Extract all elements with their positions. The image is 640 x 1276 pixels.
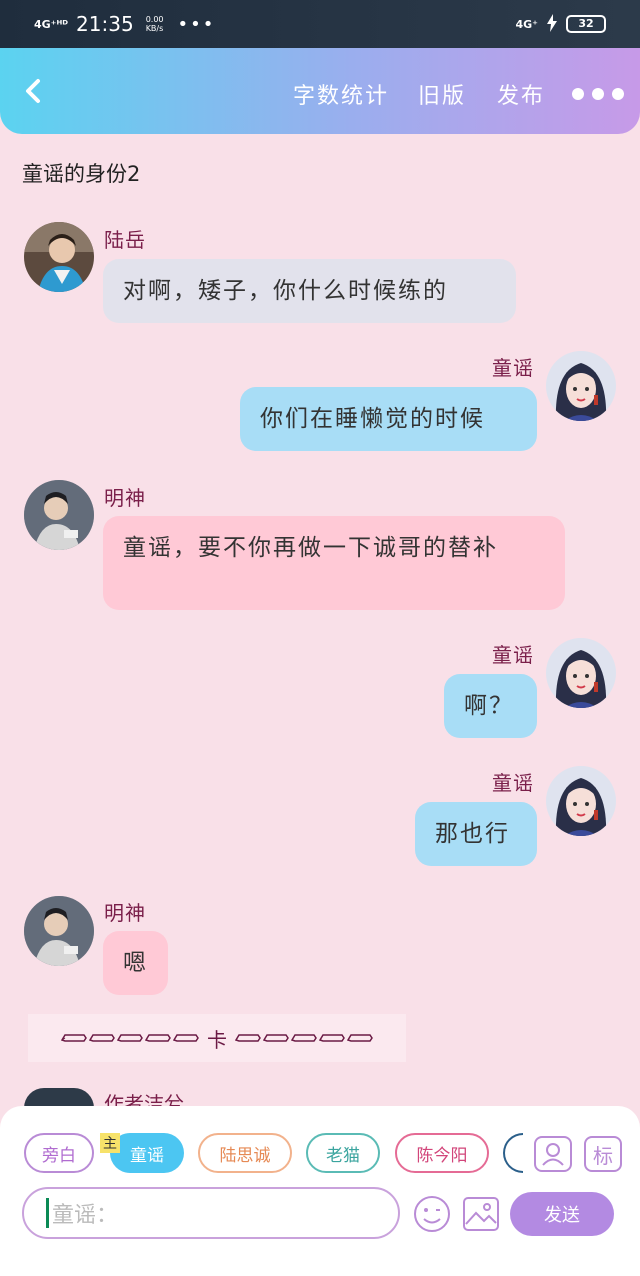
avatar[interactable] (24, 896, 94, 966)
charging-icon (546, 13, 558, 35)
message-bubble[interactable]: 啊？ (444, 674, 537, 738)
pencil-icon (291, 1034, 317, 1042)
pencil-icon (319, 1034, 345, 1042)
network-speed: 0.00 KB/s (145, 15, 164, 33)
input-prefix: 童谣： (52, 1203, 119, 1228)
back-button[interactable] (20, 76, 48, 106)
speaker-name: 作者洁兮 (104, 1092, 184, 1106)
emoji-button[interactable] (412, 1194, 452, 1234)
avatar[interactable] (24, 480, 94, 550)
pencil-icon (89, 1034, 115, 1042)
image-icon (463, 1197, 499, 1231)
status-bar: 4G⁺ᴴᴰ 21:35 0.00 KB/s ••• 4G⁺ 32 (0, 0, 640, 48)
word-count-button[interactable]: 字数统计 (293, 78, 389, 110)
avatar-luyue (24, 222, 94, 292)
character-chip[interactable]: 陆思诚 (198, 1133, 292, 1173)
old-version-button[interactable]: 旧版 (418, 78, 466, 110)
divider-label: 卡 (207, 1027, 227, 1052)
character-chip-narration[interactable]: 旁白 (24, 1133, 94, 1173)
pencil-icon (61, 1034, 87, 1042)
avatar-mingshen (24, 896, 94, 966)
main-character-badge: 主 (100, 1133, 120, 1153)
character-chip-selected[interactable]: 童谣 (110, 1133, 184, 1173)
signal-icon: 4G⁺ᴴᴰ (34, 17, 69, 31)
character-chip[interactable]: 陈今阳 (395, 1133, 489, 1173)
avatar[interactable] (24, 1088, 94, 1108)
battery-icon: 32 (566, 15, 606, 33)
avatar[interactable] (546, 638, 616, 708)
pencil-icon (235, 1034, 261, 1042)
image-button[interactable] (462, 1196, 500, 1232)
pencil-icon (117, 1034, 143, 1042)
message-input[interactable]: 童谣： (22, 1187, 400, 1239)
message-bubble[interactable]: 嗯 (103, 931, 168, 995)
avatar-tongyao (546, 351, 616, 421)
avatar-mingshen (24, 480, 94, 550)
speaker-name: 陆岳 (104, 228, 146, 252)
pencil-icon (347, 1034, 373, 1042)
message-bubble[interactable]: 童谣，要不你再做一下诚哥的替补 (103, 516, 565, 610)
pencil-icon (145, 1034, 171, 1042)
send-button[interactable]: 发送 (510, 1192, 614, 1236)
character-chip[interactable]: 老猫 (306, 1133, 380, 1173)
chevron-left-icon (26, 79, 40, 103)
avatar-tongyao (546, 638, 616, 708)
mark-button[interactable]: 标 (584, 1136, 622, 1172)
notification-dots: ••• (177, 13, 216, 35)
avatar[interactable] (24, 222, 94, 292)
status-time: 21:35 (76, 12, 134, 36)
avatar-tongyao (546, 766, 616, 836)
message-bubble[interactable]: 你们在睡懒觉的时候 (240, 387, 537, 451)
scene-divider: 卡 (28, 1014, 406, 1062)
speaker-name: 明神 (104, 901, 146, 925)
pencil-icon (263, 1034, 289, 1042)
top-navbar: 字数统计 旧版 发布 (0, 48, 640, 134)
text-cursor (46, 1198, 49, 1228)
message-bubble[interactable]: 那也行 (415, 802, 537, 866)
message-bubble[interactable]: 对啊，矮子，你什么时候练的 (103, 259, 516, 323)
character-manage-button[interactable] (534, 1136, 572, 1172)
publish-button[interactable]: 发布 (497, 78, 545, 110)
speaker-name: 明神 (104, 486, 146, 510)
speaker-name: 童谣 (492, 356, 534, 380)
person-icon (542, 1143, 564, 1166)
avatar[interactable] (546, 351, 616, 421)
network-icon: 4G⁺ (515, 17, 539, 31)
avatar[interactable] (546, 766, 616, 836)
smiley-icon (414, 1196, 450, 1232)
more-options-button[interactable] (572, 88, 624, 100)
pencil-icon (173, 1034, 199, 1042)
speaker-name: 童谣 (492, 771, 534, 795)
chapter-title: 童谣的身份2 (22, 162, 141, 186)
speaker-name: 童谣 (492, 643, 534, 667)
